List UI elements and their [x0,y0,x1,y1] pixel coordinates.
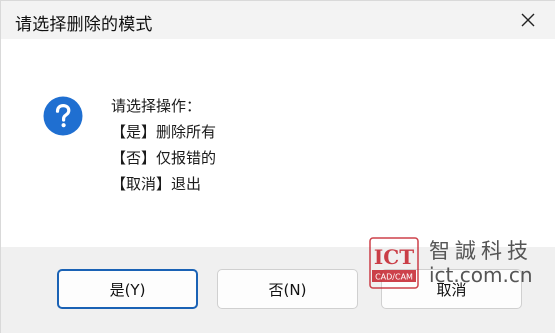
watermark: ICT CAD/CAM 智誠科技 ict.com.cn [369,233,549,293]
message-line: 【否】仅报错的 [111,149,217,167]
message-area: 请选择操作： 【是】删除所有 【否】仅报错的 【取消】退出 [1,39,555,247]
svg-text:CAD/CAM: CAD/CAM [375,273,413,282]
ict-logo: ICT CAD/CAM [369,237,419,289]
message-line: 【取消】退出 [111,175,202,193]
watermark-url: ict.com.cn [429,263,533,287]
close-icon [521,13,535,27]
message-line: 【是】删除所有 [111,123,217,141]
dialog-window: 请选择删除的模式 请选择操作： 【是】删除所有 【否】仅报错的 【取消】退出 是… [0,0,555,333]
message-line: 请选择操作： [111,97,202,115]
title-bar[interactable]: 请选择删除的模式 [1,1,555,39]
svg-text:ICT: ICT [374,245,414,269]
question-icon [43,96,83,136]
watermark-brand: 智誠科技 [429,239,533,263]
yes-button[interactable]: 是(Y) [57,269,198,309]
message-text: 请选择操作： 【是】删除所有 【否】仅报错的 【取消】退出 [111,93,216,197]
window-title: 请选择删除的模式 [15,15,153,35]
no-button[interactable]: 否(N) [217,269,358,309]
close-button[interactable] [508,5,548,35]
